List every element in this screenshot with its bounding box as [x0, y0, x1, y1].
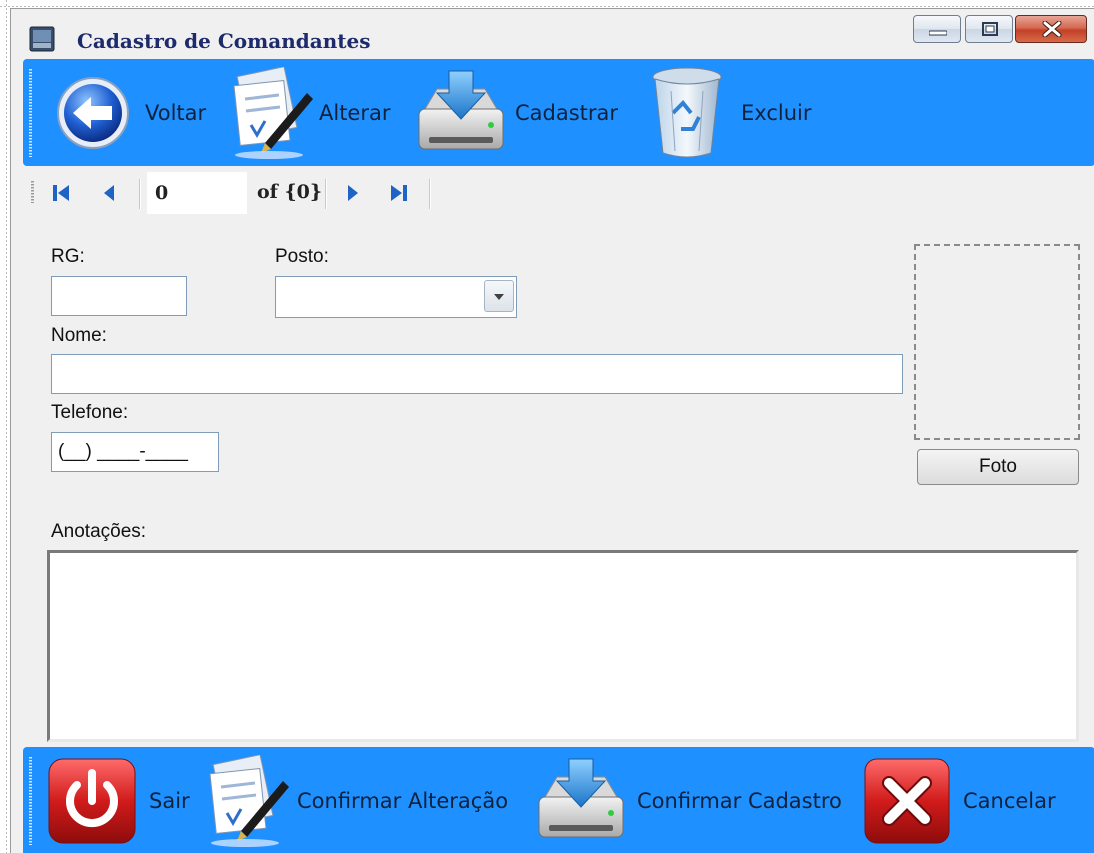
last-record-icon[interactable] [387, 181, 411, 205]
telefone-input[interactable] [51, 432, 219, 472]
previous-record-icon[interactable] [97, 181, 121, 205]
record-position-input[interactable] [147, 172, 247, 214]
power-icon [48, 758, 136, 844]
minimize-button[interactable] [913, 15, 961, 43]
cancel-x-icon [864, 758, 950, 844]
app-icon [29, 26, 55, 52]
foto-button[interactable]: Foto [917, 449, 1079, 485]
confirmar-alteracao-label: Confirmar Alteração [297, 789, 509, 813]
chevron-down-icon [494, 294, 504, 300]
rg-label: RG: [51, 246, 85, 267]
voltar-label: Voltar [145, 101, 207, 125]
rg-input[interactable] [51, 276, 187, 316]
navigator-separator [429, 179, 431, 209]
main-toolbar: Voltar Alterar Cadastrar Excluir [23, 59, 1094, 166]
alterar-button[interactable]: Alterar [229, 67, 391, 159]
title-bar[interactable]: Cadastro de Comandantes [11, 9, 1094, 59]
back-arrow-icon [57, 77, 129, 149]
posto-dropdown-button[interactable] [484, 280, 514, 312]
cadastrar-label: Cadastrar [515, 101, 619, 125]
confirm-toolbar: Sair Confirmar Alteração Confirmar Cadas… [23, 747, 1094, 853]
close-button[interactable] [1015, 15, 1087, 43]
next-record-icon[interactable] [341, 181, 365, 205]
sair-button[interactable]: Sair [47, 757, 190, 845]
toolbar-grip[interactable] [29, 757, 32, 845]
edit-document-icon [209, 755, 289, 847]
maximize-icon [982, 22, 998, 36]
confirmar-cadastro-button[interactable]: Confirmar Cadastro [535, 757, 842, 845]
nome-input[interactable] [51, 354, 903, 394]
voltar-button[interactable]: Voltar [55, 75, 206, 151]
excluir-button[interactable]: Excluir [647, 65, 812, 161]
download-drive-icon [538, 758, 624, 838]
confirmar-alteracao-button[interactable]: Confirmar Alteração [205, 755, 508, 847]
navigator-grip[interactable] [31, 181, 34, 203]
navigator-separator [325, 179, 327, 209]
sair-label: Sair [149, 789, 190, 813]
close-icon [1042, 21, 1062, 37]
screen-border-top [0, 0, 1094, 8]
minimize-icon [929, 30, 947, 36]
telefone-label: Telefone: [51, 402, 129, 423]
posto-label: Posto: [275, 246, 329, 267]
record-navigator: of {0} [23, 169, 1094, 217]
first-record-icon[interactable] [49, 181, 73, 205]
posto-select[interactable] [275, 276, 517, 318]
cancelar-label: Cancelar [963, 789, 1056, 813]
cadastrar-button[interactable]: Cadastrar [415, 69, 618, 157]
anotacoes-textarea[interactable] [47, 550, 1079, 742]
cancelar-button[interactable]: Cancelar [863, 757, 1056, 845]
excluir-label: Excluir [741, 101, 812, 125]
confirmar-cadastro-label: Confirmar Cadastro [637, 789, 842, 813]
photo-placeholder [914, 244, 1080, 440]
download-drive-icon [418, 70, 504, 150]
anotacoes-label: Anotações: [51, 521, 147, 542]
recycle-bin-icon [652, 67, 722, 158]
nome-label: Nome: [51, 325, 107, 346]
window-title: Cadastro de Comandantes [77, 29, 371, 53]
toolbar-grip[interactable] [29, 69, 32, 157]
screen-border-left [0, 0, 8, 853]
record-count-label: of {0} [257, 181, 323, 203]
edit-document-icon [233, 67, 313, 159]
alterar-label: Alterar [319, 101, 391, 125]
navigator-separator [139, 179, 141, 209]
maximize-button[interactable] [965, 15, 1013, 43]
app-window: Cadastro de Comandantes Voltar Alterar C… [10, 8, 1094, 853]
